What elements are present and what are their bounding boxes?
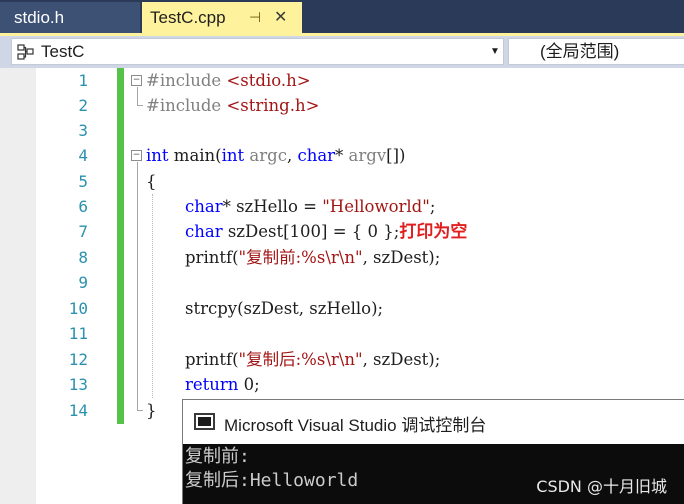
pin-icon[interactable]: ⊣ — [249, 2, 261, 33]
console-line: 复制后:Helloworld — [185, 470, 359, 491]
chevron-down-icon[interactable]: ▼ — [490, 39, 500, 64]
line-number: 13 — [68, 375, 88, 394]
line-number: 4 — [78, 146, 88, 165]
code-line: strcpy(szDest, szHello); — [185, 299, 384, 318]
code-line: int main(int argc, char* argv[]) — [146, 146, 406, 165]
debug-console-window[interactable]: Microsoft Visual Studio 调试控制台 复制前: 复制后:H… — [182, 399, 684, 504]
line-number: 12 — [68, 350, 88, 369]
code-line: #include <stdio.h> — [146, 71, 311, 90]
console-output[interactable]: 复制前: 复制后:Helloworld CSDN @十月旧城 — [183, 444, 684, 504]
global-scope-dropdown[interactable]: (全局范围) — [508, 38, 684, 65]
line-number: 11 — [68, 324, 88, 343]
global-scope-label: (全局范围) — [540, 42, 620, 61]
line-number: 2 — [78, 96, 88, 115]
code-line: char szDest[100] = { 0 };打印为空 — [185, 222, 468, 242]
outline-line — [137, 105, 143, 106]
collapse-icon[interactable]: − — [131, 150, 142, 161]
code-line: printf("复制前:%s\r\n", szDest); — [185, 248, 441, 267]
line-number: 5 — [78, 172, 88, 191]
code-line: printf("复制后:%s\r\n", szDest); — [185, 350, 441, 369]
line-number: 10 — [68, 299, 88, 318]
code-line: } — [146, 401, 157, 420]
outline-line — [137, 162, 138, 411]
tab-stdio-h[interactable]: stdio.h — [0, 2, 140, 33]
outline-line — [137, 87, 138, 106]
code-line: { — [146, 172, 157, 191]
red-annotation: 打印为空 — [399, 222, 468, 242]
project-scope-dropdown[interactable]: TestC ▼ — [11, 38, 504, 65]
console-title-bar[interactable]: Microsoft Visual Studio 调试控制台 — [183, 400, 684, 444]
code-line: char* szHello = "Helloworld"; — [185, 197, 436, 216]
document-tab-bar: stdio.h TestC.cpp ⊣ ✕ — [0, 0, 684, 33]
code-line: return 0; — [185, 375, 260, 394]
class-icon — [17, 44, 34, 60]
indent-guide — [152, 194, 153, 398]
console-line: 复制前: — [185, 446, 250, 467]
line-number: 3 — [78, 121, 88, 140]
console-title: Microsoft Visual Studio 调试控制台 — [224, 416, 487, 435]
close-icon[interactable]: ✕ — [274, 2, 287, 33]
tab-label: stdio.h — [14, 8, 65, 27]
saved-changes-bar — [117, 68, 124, 424]
code-line: #include <string.h> — [146, 96, 320, 115]
tab-testc-cpp[interactable]: TestC.cpp ⊣ ✕ — [142, 2, 302, 33]
tab-label: TestC.cpp — [150, 8, 226, 27]
outline-line — [137, 410, 143, 411]
console-app-icon — [194, 413, 215, 430]
project-scope-label: TestC — [41, 42, 85, 61]
line-number: 14 — [68, 401, 88, 420]
collapse-icon[interactable]: − — [131, 75, 142, 86]
line-number: 6 — [78, 197, 88, 216]
line-number: 9 — [78, 273, 88, 292]
watermark: CSDN @十月旧城 — [536, 477, 667, 496]
line-number: 7 — [78, 222, 88, 241]
selection-margin — [0, 68, 36, 504]
line-number: 8 — [78, 248, 88, 267]
navigation-bar: TestC ▼ (全局范围) — [0, 36, 684, 68]
line-number: 1 — [78, 71, 88, 90]
